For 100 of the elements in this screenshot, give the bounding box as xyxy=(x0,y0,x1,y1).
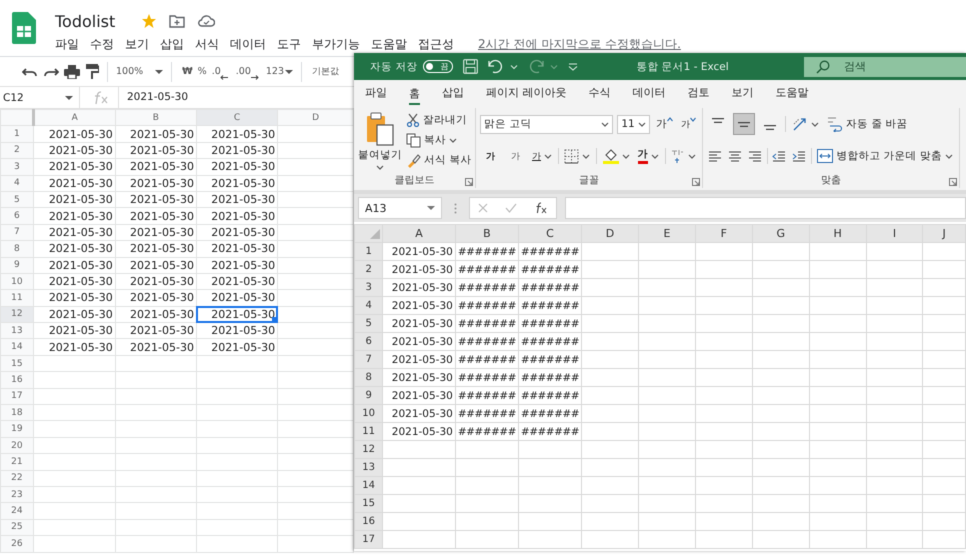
dialog-launcher-icon[interactable] xyxy=(465,178,473,186)
row-header[interactable]: 11 xyxy=(354,422,383,440)
search-field[interactable]: 검색 xyxy=(804,56,966,76)
row-header[interactable]: 17 xyxy=(0,388,34,405)
row-header[interactable]: 8 xyxy=(0,240,34,258)
column-header[interactable]: D xyxy=(278,110,354,126)
row-header[interactable]: 2 xyxy=(354,260,383,278)
table-cell[interactable]: 2021-05-30 xyxy=(33,158,116,176)
column-header[interactable]: I xyxy=(866,224,923,242)
menu-item[interactable]: 도움말 xyxy=(371,36,407,53)
menu-item[interactable]: 접근성 xyxy=(418,36,454,53)
table-cell[interactable]: 2021-05-30 xyxy=(33,322,116,339)
row-header[interactable]: 16 xyxy=(0,372,34,388)
row-header[interactable]: 24 xyxy=(0,502,34,520)
row-header[interactable]: 15 xyxy=(0,355,34,372)
ribbon-tab[interactable]: 도움말 xyxy=(764,80,820,106)
undo-icon[interactable] xyxy=(22,66,38,78)
row-header[interactable]: 23 xyxy=(0,486,34,503)
font-name-field[interactable]: 맑은 고딕 xyxy=(480,114,614,134)
ribbon-tab[interactable]: 데이터 xyxy=(622,80,676,106)
undo-icon[interactable] xyxy=(488,59,504,74)
table-cell[interactable]: 2021-05-30 xyxy=(33,338,116,356)
font-size-field[interactable]: 11 xyxy=(617,114,650,134)
menu-item[interactable]: 부가기능 xyxy=(312,36,360,53)
table-cell[interactable]: 2021-05-30 xyxy=(196,158,278,176)
row-header[interactable]: 12 xyxy=(0,306,34,323)
paint-format-icon[interactable] xyxy=(85,64,99,79)
redo-icon[interactable] xyxy=(43,66,59,78)
column-header[interactable]: D xyxy=(582,224,638,242)
table-cell[interactable]: 2021-05-30 xyxy=(33,142,116,159)
formula-field[interactable] xyxy=(565,197,966,219)
table-cell[interactable]: 2021-05-30 xyxy=(115,322,196,339)
row-header[interactable]: 11 xyxy=(0,290,34,306)
copy-button[interactable]: 복사 xyxy=(404,130,474,150)
column-header[interactable]: J xyxy=(922,224,966,242)
table-cell[interactable]: 2021-05-30 xyxy=(196,257,278,274)
wrap-text-button[interactable]: 자동 줄 바꿈 xyxy=(825,114,910,134)
row-header[interactable]: 14 xyxy=(0,338,34,356)
document-title[interactable]: Todolist xyxy=(55,12,116,30)
menu-item[interactable]: 수정 xyxy=(90,36,114,53)
table-cell[interactable]: 2021-05-30 xyxy=(33,257,116,274)
table-cell[interactable]: 2021-05-30 xyxy=(33,191,116,208)
table-cell[interactable]: 2021-05-30 xyxy=(196,191,278,208)
last-edit-link[interactable]: 2시간 전에 마지막으로 수정했습니다. xyxy=(478,36,681,53)
font-color-button[interactable]: 가 xyxy=(636,146,661,166)
table-cell[interactable]: 2021-05-30 xyxy=(115,224,196,241)
increase-decimals-button[interactable]: .00 xyxy=(236,62,251,82)
cut-button[interactable]: 잘라내기 xyxy=(404,110,474,130)
table-cell[interactable]: 2021-05-30 xyxy=(115,257,196,274)
name-box[interactable]: A13 xyxy=(358,197,442,219)
name-box[interactable]: C12 xyxy=(0,87,80,108)
caret-icon[interactable] xyxy=(510,64,518,70)
menu-item[interactable]: 보기 xyxy=(125,36,149,53)
table-cell[interactable]: 2021-05-30 xyxy=(33,224,116,241)
save-icon[interactable] xyxy=(463,59,478,74)
row-header[interactable]: 17 xyxy=(354,530,383,548)
ribbon-tab[interactable]: 홈 xyxy=(398,80,431,106)
menu-item[interactable]: 서식 xyxy=(195,36,219,53)
row-header[interactable]: 6 xyxy=(354,332,383,350)
percent-button[interactable]: % xyxy=(198,62,207,82)
ribbon-tab[interactable]: 페이지 레이아웃 xyxy=(475,80,578,106)
row-header[interactable]: 3 xyxy=(0,158,34,176)
column-header[interactable]: A xyxy=(382,224,456,242)
ribbon-tab[interactable]: 검토 xyxy=(676,80,720,106)
ribbon-tab[interactable]: 파일 xyxy=(354,80,398,106)
table-cell[interactable]: 2021-05-30 xyxy=(115,273,196,290)
folder-icon[interactable] xyxy=(169,14,186,28)
column-header[interactable]: C xyxy=(518,224,582,242)
row-header[interactable]: 16 xyxy=(354,512,383,530)
table-cell[interactable]: 2021-05-30 xyxy=(115,126,196,142)
autosave-toggle[interactable]: 끔 xyxy=(423,60,454,73)
column-header[interactable]: G xyxy=(752,224,810,242)
menu-item[interactable]: 데이터 xyxy=(230,36,266,53)
row-header[interactable]: 4 xyxy=(354,296,383,314)
row-header[interactable]: 13 xyxy=(0,322,34,339)
grow-font-button[interactable]: 가 xyxy=(654,114,675,134)
table-cell[interactable]: 2021-05-30 xyxy=(115,208,196,224)
table-cell[interactable]: 2021-05-30 xyxy=(33,240,116,258)
format-painter-button[interactable]: 서식 복사 xyxy=(404,150,474,170)
table-cell[interactable]: 2021-05-30 xyxy=(196,273,278,290)
row-header[interactable]: 12 xyxy=(354,440,383,458)
formula-field[interactable]: 2021-05-30 xyxy=(118,87,188,108)
column-header[interactable]: C xyxy=(196,110,278,126)
table-cell[interactable]: 2021-05-30 xyxy=(115,290,196,306)
table-cell[interactable]: 2021-05-30 xyxy=(33,126,116,142)
customize-icon[interactable] xyxy=(568,62,578,70)
ribbon-tab[interactable]: 보기 xyxy=(720,80,764,106)
row-header[interactable]: 1 xyxy=(0,126,34,142)
dialog-launcher-icon[interactable] xyxy=(692,178,700,186)
underline-button[interactable]: 가 xyxy=(530,146,554,166)
ribbon-tab[interactable]: 삽입 xyxy=(431,80,475,106)
number-format-dropdown[interactable]: 123 xyxy=(266,62,294,82)
row-header[interactable]: 14 xyxy=(354,476,383,494)
italic-button[interactable]: 가 xyxy=(505,146,526,166)
row-header[interactable]: 4 xyxy=(0,175,34,192)
row-header[interactable]: 7 xyxy=(354,350,383,368)
table-cell[interactable]: 2021-05-30 xyxy=(196,142,278,159)
table-cell[interactable]: 2021-05-30 xyxy=(115,191,196,208)
row-header[interactable]: 13 xyxy=(354,458,383,476)
table-cell[interactable]: 2021-05-30 xyxy=(33,273,116,290)
